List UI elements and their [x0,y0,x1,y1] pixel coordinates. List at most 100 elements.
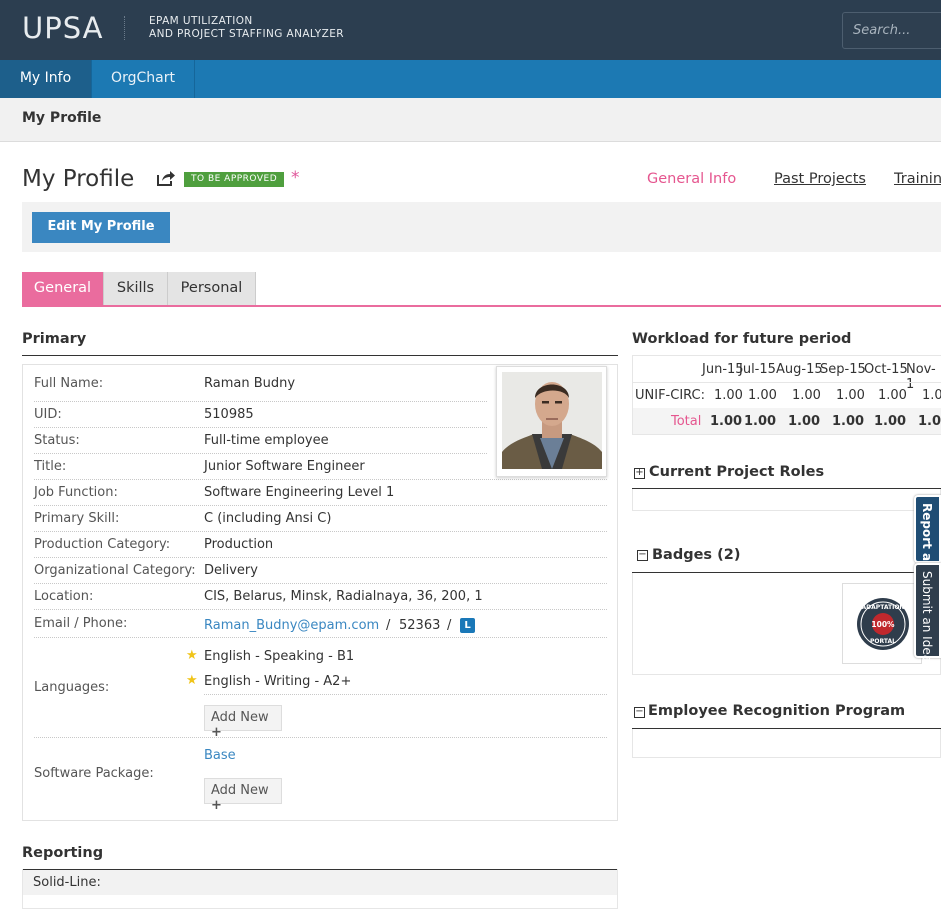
submit-idea-tab[interactable]: Submit an Idea [914,563,941,662]
breadcrumb: My Profile [0,98,941,142]
breadcrumb-current: My Profile [22,110,102,126]
tagline-line-1: EPAM UTILIZATION [149,15,253,27]
row-divider [34,609,607,610]
separator: / [447,618,452,633]
add-software-button[interactable]: Add New + [204,778,282,813]
field-label-languages: Languages: [34,680,110,695]
workload-month: Aug-15 [776,362,823,377]
share-icon[interactable] [156,169,176,187]
edit-toolbar: Edit My Profile [22,202,941,252]
tab-general[interactable]: General [22,272,104,305]
solid-line-label: Solid-Line: [23,870,617,895]
main-nav: My Info OrgChart [0,60,941,98]
link-training[interactable]: Training [894,171,941,187]
workload-month: Jul-15 [739,362,776,377]
field-value-title: Junior Software Engineer [204,459,365,474]
nav-tab-my-info[interactable]: My Info [0,60,92,98]
field-label-production-category: Production Category: [34,537,171,552]
link-general-info[interactable]: General Info [647,171,736,187]
field-label-job-function: Job Function: [34,485,118,500]
current-project-roles-heading[interactable]: Current Project Roles [649,464,824,480]
workload-cell: 1.00 [748,388,777,403]
row-divider [34,453,487,454]
language-item: English - Writing - A2+ [204,674,352,689]
link-past-projects[interactable]: Past Projects [774,171,866,187]
workload-cell: 1.00 [836,388,865,403]
row-divider [34,531,607,532]
submit-idea-label: Submit an Idea [920,571,934,663]
edit-profile-button[interactable]: Edit My Profile [32,212,170,243]
top-header: UPSA EPAM UTILIZATION AND PROJECT STAFFI… [0,0,941,60]
primary-heading-rule [22,355,618,356]
field-label-software-package: Software Package: [34,766,154,781]
search-input[interactable]: Search... [842,12,941,49]
workload-cell: 1.00 [878,388,907,403]
add-new-label: Add New [211,783,269,798]
workload-row-label: UNIF-CIRC: [635,388,705,403]
tab-skills[interactable]: Skills [104,272,168,305]
field-label-full-name: Full Name: [34,376,104,391]
workload-total-cell: 1.00 [832,414,865,429]
field-label-title: Title: [34,459,67,474]
row-divider [34,557,607,558]
field-value-production-category: Production [204,537,274,552]
field-value-job-function: Software Engineering Level 1 [204,485,395,500]
row-divider [34,637,607,638]
field-label-uid: UID: [34,407,62,422]
collapse-icon[interactable]: − [634,707,645,718]
row-divider [34,505,607,506]
erp-panel [632,729,941,758]
workload-month: Sep-15 [820,362,866,377]
badge-top-text: ADAPTATION [862,604,905,611]
workload-total-cell: 1.0 [918,414,941,429]
tagline-line-2: AND PROJECT STAFFING ANALYZER [149,28,344,40]
software-package-link[interactable]: Base [204,748,236,763]
email-link[interactable]: Raman_Budny@epam.com [204,618,379,633]
app-logo[interactable]: UPSA [22,11,104,45]
workload-month: Jun-15 [702,362,744,377]
profile-photo [496,366,607,477]
workload-month: Oct-15 [864,362,908,377]
avatar-image [502,372,602,469]
workload-total-cell: 1.00 [874,414,907,429]
star-icon: ★ [186,648,198,663]
field-label-location: Location: [34,589,94,604]
primary-heading: Primary [22,331,87,347]
add-language-button[interactable]: Add New + [204,705,282,740]
field-label-email-phone: Email / Phone: [34,616,128,631]
field-value-uid: 510985 [204,407,254,422]
tab-personal[interactable]: Personal [168,272,256,305]
badges-heading[interactable]: Badges (2) [652,547,740,563]
field-value-full-name: Raman Budny [204,376,296,391]
field-value-location: CIS, Belarus, Minsk, Radialnaya, 36, 200… [204,589,483,604]
workload-total-cell: 1.00 [788,414,821,429]
workload-cell: 1.0 [922,388,941,403]
language-item: English - Speaking - B1 [204,649,355,664]
award-badge-icon: ADAPTATION 100% PORTAL [857,598,909,650]
expand-icon[interactable]: + [634,468,645,479]
workload-cell: 1.00 [792,388,821,403]
add-new-label: Add New [211,710,269,725]
row-divider [34,427,487,428]
collapse-icon[interactable]: − [637,550,648,561]
row-divider [34,479,607,480]
star-icon: ★ [186,673,198,688]
field-label-primary-skill: Primary Skill: [34,511,120,526]
workload-total-cell: 1.00 [744,414,777,429]
nav-tab-orgchart[interactable]: OrgChart [92,60,195,98]
app-tagline: EPAM UTILIZATION AND PROJECT STAFFING AN… [149,15,344,41]
field-value-primary-skill: C (including Ansi C) [204,511,332,526]
row-divider [204,694,607,695]
approval-status-badge: TO BE APPROVED [184,172,285,187]
required-marker: * [291,168,300,188]
row-divider [34,583,607,584]
report-bug-tab[interactable]: Report a B [914,495,941,574]
workload-heading: Workload for future period [632,331,852,347]
field-value-phone: 52363 [399,618,441,633]
badge-center-text: 100% [871,620,895,629]
linkedin-icon[interactable]: L [460,618,475,633]
adaptation-portal-badge[interactable]: ADAPTATION 100% PORTAL [842,583,922,664]
row-divider [34,401,487,402]
erp-heading[interactable]: Employee Recognition Program [648,703,905,719]
row-divider [34,737,607,738]
